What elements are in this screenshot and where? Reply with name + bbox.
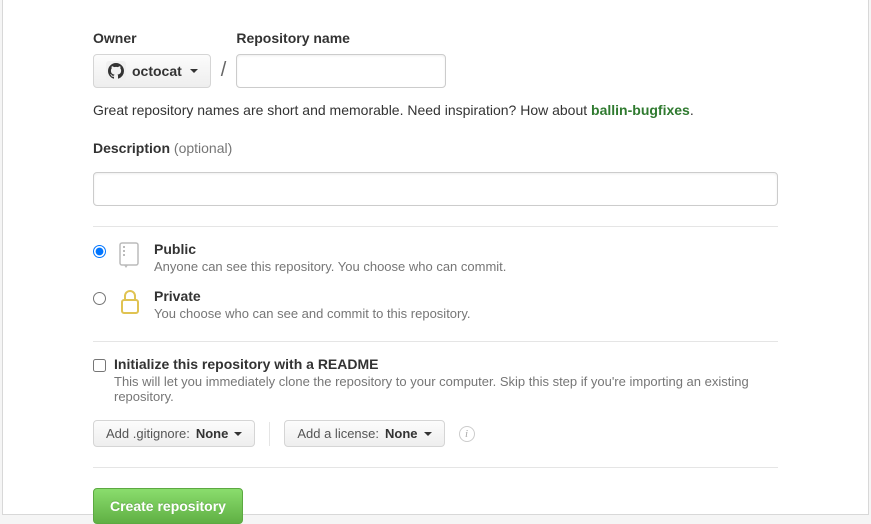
public-title: Public [154,241,506,257]
description-input[interactable] [93,172,778,206]
visibility-private-option[interactable]: Private You choose who can see and commi… [93,288,778,321]
private-radio[interactable] [93,292,106,305]
octocat-avatar-icon [106,61,126,81]
description-label: Description (optional) [93,140,778,156]
public-subtitle: Anyone can see this repository. You choo… [154,259,506,274]
repo-name-input[interactable] [236,54,446,88]
license-dropdown[interactable]: Add a license: None [284,420,444,447]
private-subtitle: You choose who can see and commit to thi… [154,306,471,321]
owner-select-button[interactable]: octocat [93,54,211,88]
readme-title: Initialize this repository with a README [114,356,778,372]
public-radio[interactable] [93,245,106,258]
gitignore-dropdown[interactable]: Add .gitignore: None [93,420,255,447]
name-row: Owner octocat / Repository name [93,30,778,88]
info-icon[interactable]: i [459,426,475,442]
create-repo-form: Owner octocat / Repository name Great re… [2,0,869,515]
readme-checkbox[interactable] [93,359,106,372]
owner-label: Owner [93,30,211,46]
caret-down-icon [234,432,242,436]
extras-row: Add .gitignore: None Add a license: None… [93,420,778,447]
vertical-separator [269,422,270,446]
divider [93,341,778,342]
caret-down-icon [424,432,432,436]
name-suggestion-link[interactable]: ballin-bugfixes [591,102,690,118]
private-title: Private [154,288,471,304]
lock-icon [116,288,144,316]
slash-separator: / [211,59,237,88]
repo-icon [116,241,144,269]
owner-username: octocat [132,61,182,81]
name-hint: Great repository names are short and mem… [93,102,778,118]
divider [93,467,778,468]
visibility-public-option[interactable]: Public Anyone can see this repository. Y… [93,241,778,274]
readme-option[interactable]: Initialize this repository with a README… [93,356,778,404]
divider [93,226,778,227]
owner-field: Owner octocat [93,30,211,88]
description-field: Description (optional) [93,140,778,206]
caret-down-icon [190,69,198,73]
readme-subtitle: This will let you immediately clone the … [114,374,778,404]
repo-name-field: Repository name [236,30,446,88]
repo-name-label: Repository name [236,30,446,46]
